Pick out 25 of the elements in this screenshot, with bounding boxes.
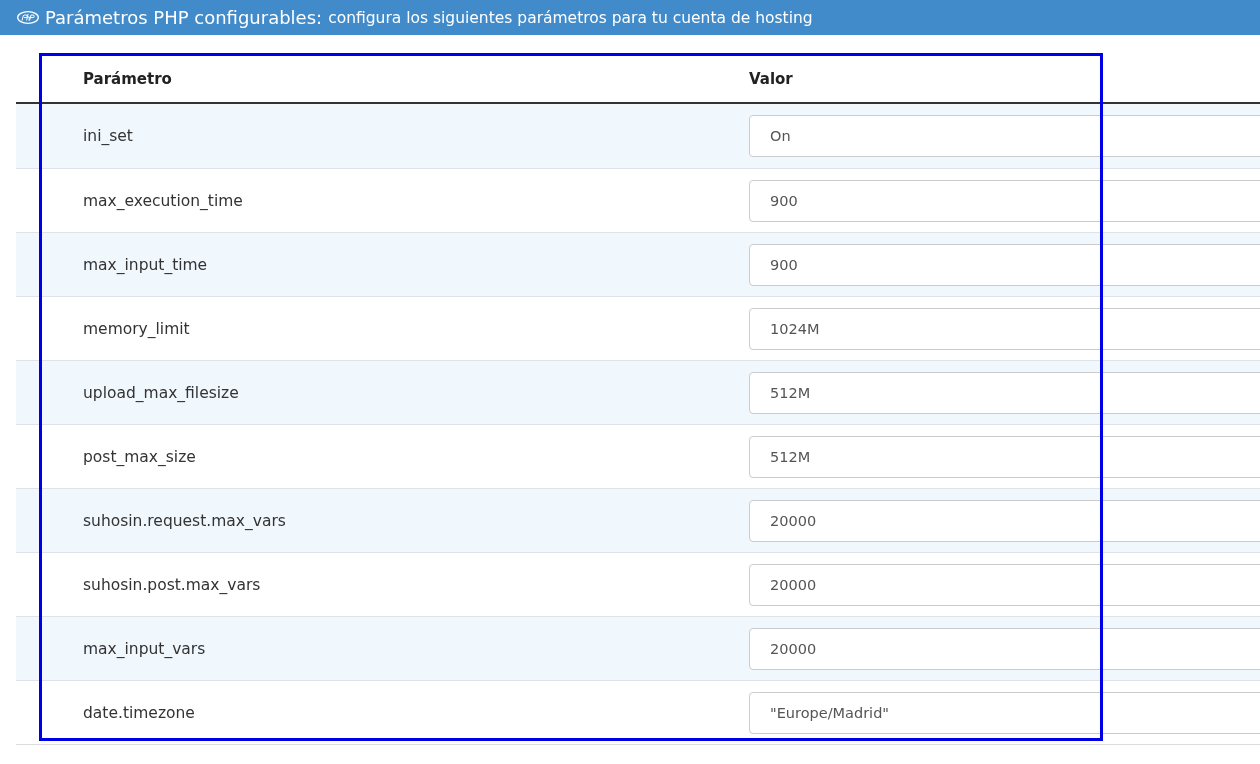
parameter-name: max_input_vars: [82, 639, 207, 658]
parameter-name: memory_limit: [82, 319, 191, 338]
header-subtitle: configura los siguientes parámetros para tu cuenta de hosting: [328, 8, 813, 27]
value-input[interactable]: 20000: [749, 563, 1260, 606]
value-input[interactable]: 20000: [749, 627, 1260, 670]
parameter-name: max_execution_time: [82, 191, 244, 210]
header-title: Parámetros PHP configurables:: [45, 7, 323, 28]
parameter-name: date.timezone: [82, 703, 196, 722]
value-input[interactable]: 20000: [749, 499, 1260, 542]
value-input[interactable]: 512M: [749, 435, 1260, 478]
value-input[interactable]: 1024M: [749, 307, 1260, 350]
php-logo-icon: [17, 11, 39, 24]
parameter-name: max_input_time: [82, 255, 209, 274]
value-input[interactable]: On: [749, 115, 1260, 157]
value-input[interactable]: 900: [749, 243, 1260, 286]
parameter-name: suhosin.post.max_vars: [82, 575, 262, 594]
parameter-name: upload_max_filesize: [82, 383, 240, 402]
value-input[interactable]: "Europe/Madrid": [749, 691, 1260, 734]
value-input[interactable]: 900: [749, 179, 1260, 222]
column-header: Valor: [749, 69, 794, 88]
parameter-name: post_max_size: [82, 447, 197, 466]
parameter-name: suhosin.request.max_vars: [82, 511, 287, 530]
parameter-name: ini_set: [82, 127, 134, 145]
column-header: Parámetro: [82, 69, 173, 88]
value-input[interactable]: 512M: [749, 371, 1260, 414]
